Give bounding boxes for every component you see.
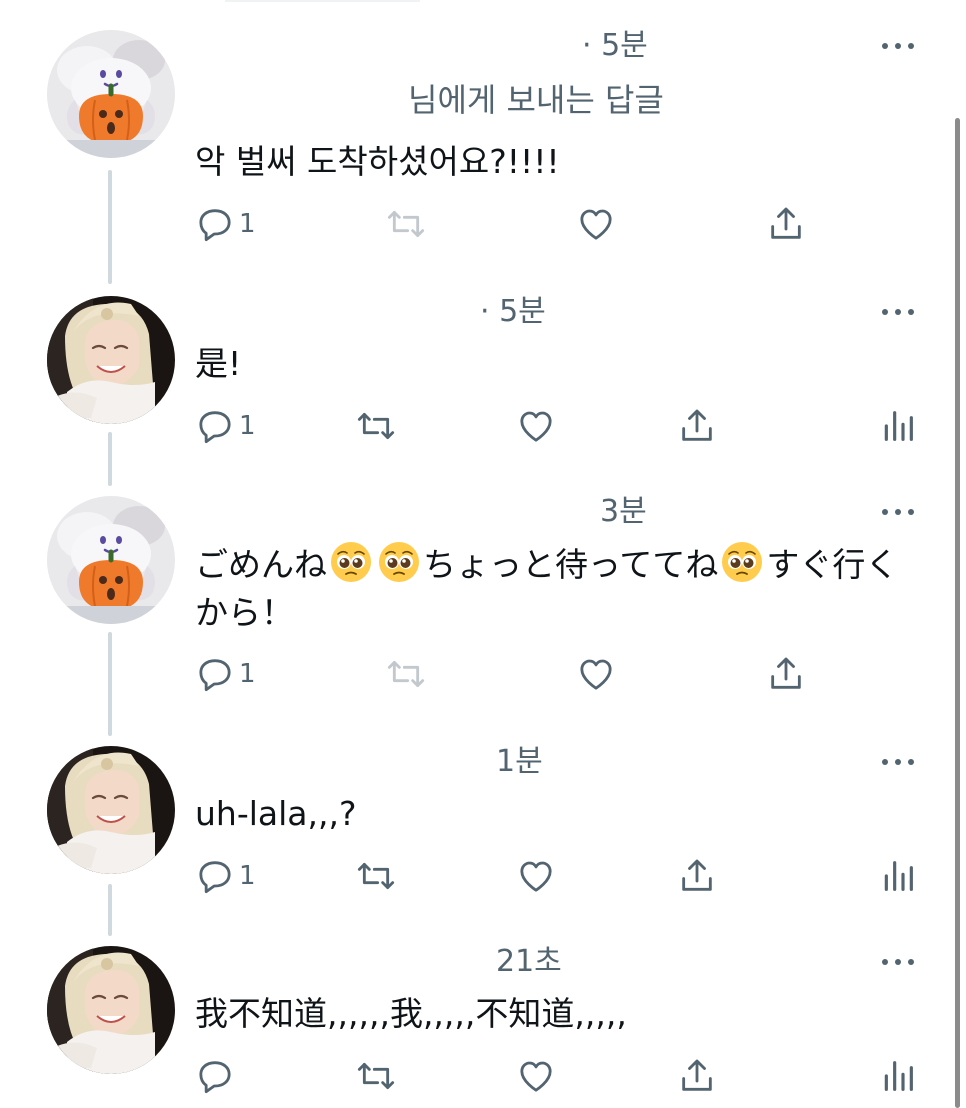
reply-count: 1	[239, 209, 256, 239]
more-dots-icon[interactable]	[880, 952, 916, 972]
blonde-person-avatar-image	[47, 746, 175, 874]
heart-icon	[576, 654, 616, 694]
tweet-text: 악 벌써 도착하셨어요?!!!!	[195, 142, 560, 181]
ghost-pumpkin-avatar-image	[47, 496, 175, 624]
tweet-timestamp[interactable]: · 5분	[480, 292, 546, 332]
tweet-text: uh-lala,,,?	[195, 794, 357, 833]
retweet-button[interactable]	[356, 854, 396, 898]
heart-icon	[516, 856, 556, 896]
speech-bubble-icon	[195, 204, 235, 244]
top-divider	[225, 0, 420, 2]
speech-bubble-icon	[195, 406, 235, 446]
tweet-text-part: ちょっと待っててね	[423, 545, 719, 584]
thread-connector	[108, 632, 112, 736]
avatar[interactable]	[47, 30, 175, 158]
tweet-timestamp[interactable]: · 5분	[582, 26, 648, 66]
share-upload-icon	[677, 1056, 717, 1096]
share-upload-icon	[677, 406, 717, 446]
avatar[interactable]	[47, 746, 175, 874]
speech-bubble-icon	[195, 654, 235, 694]
tweet-text: ごめんね ちょっと待っててね すぐ行くから！	[195, 540, 915, 637]
thread-connector	[108, 884, 112, 936]
analytics-bars-icon	[878, 406, 918, 446]
tweet-timestamp[interactable]: 3분	[600, 492, 647, 532]
analytics-bars-icon	[878, 856, 918, 896]
like-button[interactable]	[516, 854, 556, 898]
retweet-icon	[356, 406, 396, 446]
reply-count: 1	[239, 659, 256, 689]
retweet-icon	[356, 1056, 396, 1096]
thread-connector	[108, 170, 112, 284]
more-dots-icon[interactable]	[880, 302, 916, 322]
replying-to-label: 님에게 보내는 답글	[408, 81, 664, 119]
avatar[interactable]	[47, 296, 175, 424]
reply-count: 1	[239, 411, 256, 441]
reply-count: 1	[239, 861, 256, 891]
reply-button[interactable]: 1	[195, 202, 256, 246]
retweet-icon	[386, 204, 426, 244]
share-button[interactable]	[677, 1054, 717, 1098]
like-button[interactable]	[516, 1054, 556, 1098]
analytics-bars-icon	[878, 1056, 918, 1096]
retweet-button[interactable]	[356, 1054, 396, 1098]
like-button[interactable]	[576, 202, 616, 246]
blonde-person-avatar-image	[47, 296, 175, 424]
share-upload-icon	[766, 654, 806, 694]
reply-button[interactable]	[195, 1054, 235, 1098]
share-button[interactable]	[766, 652, 806, 696]
reply-button[interactable]: 1	[195, 854, 256, 898]
tweet-text: 我不知道,,,,,,我,,,,,不知道,,,,,	[195, 994, 627, 1033]
share-upload-icon	[677, 856, 717, 896]
speech-bubble-icon	[195, 856, 235, 896]
analytics-button[interactable]	[878, 1054, 918, 1098]
retweet-button[interactable]	[386, 202, 426, 246]
like-button[interactable]	[576, 652, 616, 696]
like-button[interactable]	[516, 404, 556, 448]
scrollbar[interactable]	[955, 118, 960, 1108]
tweet-timestamp[interactable]: 21초	[496, 942, 562, 982]
more-dots-icon[interactable]	[880, 36, 916, 56]
retweet-button[interactable]	[356, 404, 396, 448]
heart-icon	[576, 204, 616, 244]
analytics-button[interactable]	[878, 854, 918, 898]
speech-bubble-icon	[195, 1056, 235, 1096]
avatar[interactable]	[47, 946, 175, 1074]
reply-button[interactable]: 1	[195, 404, 256, 448]
more-dots-icon[interactable]	[880, 502, 916, 522]
thread-connector	[108, 432, 112, 486]
tweet-text: 是!	[195, 344, 242, 383]
tweet-text-part: ごめんね	[195, 545, 327, 584]
heart-icon	[516, 406, 556, 446]
share-button[interactable]	[766, 202, 806, 246]
more-dots-icon[interactable]	[880, 752, 916, 772]
retweet-button[interactable]	[386, 652, 426, 696]
tweet-timestamp[interactable]: 1분	[496, 742, 543, 782]
retweet-icon	[386, 654, 426, 694]
analytics-button[interactable]	[878, 404, 918, 448]
pleading-face-emoji	[377, 540, 421, 584]
pleading-face-emoji	[720, 540, 764, 584]
blonde-person-avatar-image	[47, 946, 175, 1074]
ghost-pumpkin-avatar-image	[47, 30, 175, 158]
reply-button[interactable]: 1	[195, 652, 256, 696]
heart-icon	[516, 1056, 556, 1096]
share-button[interactable]	[677, 404, 717, 448]
share-upload-icon	[766, 204, 806, 244]
pleading-face-emoji	[329, 540, 373, 584]
retweet-icon	[356, 856, 396, 896]
share-button[interactable]	[677, 854, 717, 898]
avatar[interactable]	[47, 496, 175, 624]
